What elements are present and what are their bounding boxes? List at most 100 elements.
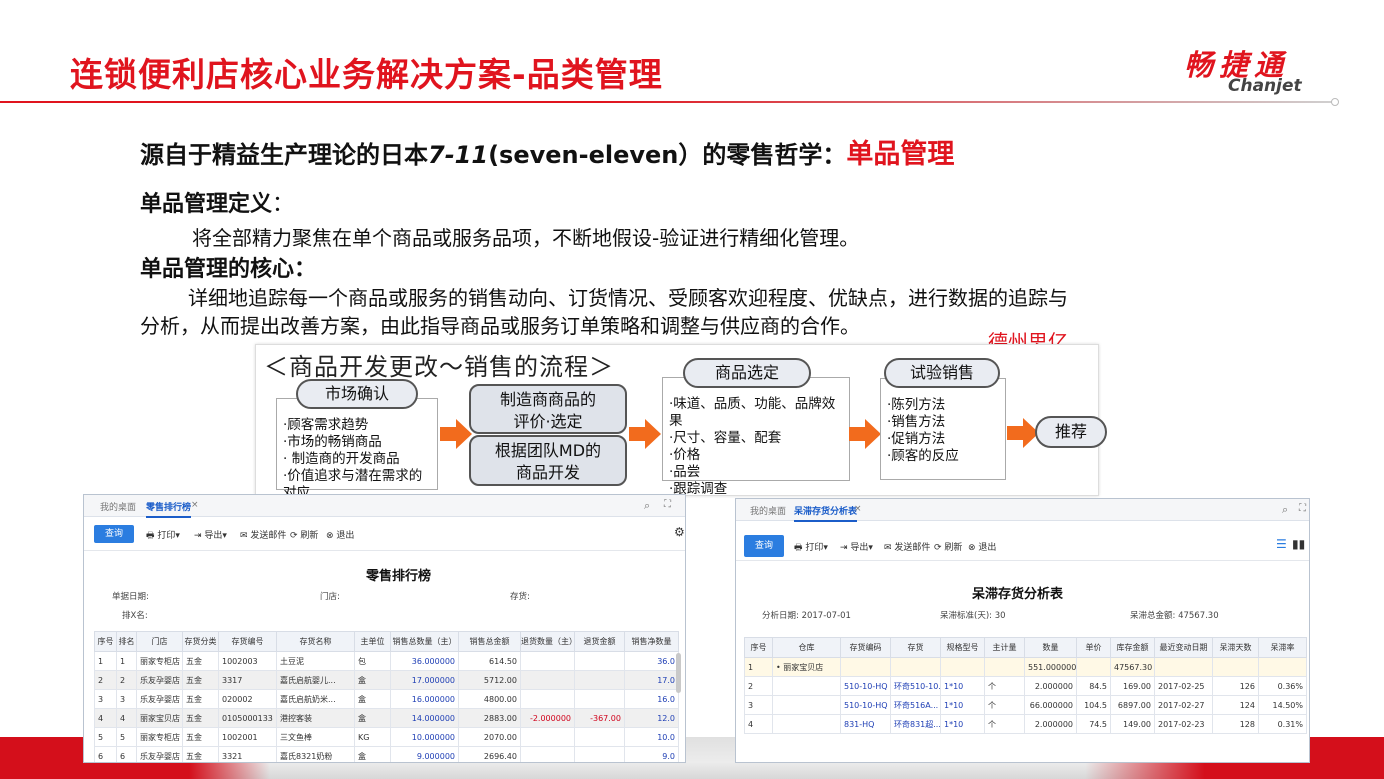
exit-button[interactable]: ⊗ 退出 bbox=[968, 540, 996, 553]
column-header[interactable]: 门店 bbox=[136, 631, 183, 652]
table-cell: 1 bbox=[116, 651, 137, 671]
step4-item: ·顾客的反应 bbox=[887, 448, 959, 464]
table-row[interactable]: 2 510-10-HQ环奇510-10...1*10个2.00000084.516… bbox=[744, 676, 1307, 696]
table-cell: 16.000000 bbox=[390, 689, 459, 709]
table-cell: 0.36% bbox=[1258, 676, 1307, 696]
tab-close-icon[interactable]: × bbox=[854, 504, 862, 514]
column-header[interactable]: 主单位 bbox=[354, 631, 391, 652]
step4-box: ·陈列方法 ·销售方法 ·促销方法 ·顾客的反应 bbox=[880, 378, 1006, 480]
column-header[interactable]: 存货编号 bbox=[218, 631, 277, 652]
print-button[interactable]: 🖶 打印▾ bbox=[794, 540, 828, 556]
column-header[interactable]: 销售总金额 bbox=[458, 631, 521, 652]
table-row[interactable]: 1 1 丽家专柜店 五金 1002003 土豆泥包 36.000000 614.50 36.0 bbox=[94, 651, 679, 671]
settings-gear-icon[interactable]: ⚙ bbox=[674, 525, 685, 539]
table-cell: -2.000000 bbox=[520, 708, 575, 728]
column-header[interactable]: 库存金额 bbox=[1110, 637, 1155, 658]
table-cell: 551.000000 bbox=[1024, 657, 1077, 677]
refresh-label: 刷新 bbox=[300, 531, 319, 541]
step3-item: ·价格 bbox=[669, 447, 701, 463]
process-flow-diagram: ＜商品开发更改～销售的流程＞ ·顾客需求趋势 ·市场的畅销商品 · 制造商的开发… bbox=[255, 344, 1107, 501]
column-header[interactable]: 数量 bbox=[1024, 637, 1077, 658]
chart-view-icon[interactable]: ▮▮ bbox=[1292, 537, 1305, 551]
table-row[interactable]: 3 510-10-HQ 环奇516A... 1*10 个 66.000000 104.5 68… bbox=[744, 695, 1307, 715]
table-cell: 17.0 bbox=[624, 670, 679, 690]
table-row[interactable]: 6 6 乐友孕婴店 五金 3321 嘉氏8321奶粉盒 9.000000 2696.40 9.0 bbox=[94, 746, 679, 762]
core-heading: 单品管理的核心： bbox=[140, 257, 317, 282]
tab-my-desktop[interactable]: 我的桌面 bbox=[750, 504, 786, 517]
report-title: 零售排行榜 bbox=[366, 569, 432, 584]
table-cell: 五金 bbox=[182, 746, 219, 762]
step2b-line: 根据团队MD的 bbox=[494, 441, 602, 460]
refresh-button[interactable]: ⟳ 刷新 bbox=[290, 528, 318, 541]
table-cell bbox=[520, 727, 575, 747]
column-header[interactable]: 存货 bbox=[890, 637, 941, 658]
search-icon[interactable]: ⌕ bbox=[1282, 503, 1288, 517]
table-cell: KG bbox=[354, 727, 391, 747]
list-view-icon[interactable]: ☰ bbox=[1276, 537, 1287, 551]
table-cell: 510-10-HQ bbox=[840, 695, 891, 715]
table-cell: 510-10-HQ bbox=[840, 676, 891, 696]
report-title: 呆滞存货分析表 bbox=[972, 587, 1064, 602]
table-cell bbox=[940, 657, 985, 677]
send-email-button[interactable]: ✉ 发送邮件 bbox=[240, 528, 286, 541]
table-cell: 6897.00 bbox=[1110, 695, 1155, 715]
column-header[interactable]: 呆滞率 bbox=[1258, 637, 1307, 658]
column-header[interactable]: 存货名称 bbox=[276, 631, 355, 652]
table-cell: 1 bbox=[94, 651, 117, 671]
column-header[interactable]: 排名 bbox=[116, 631, 137, 652]
vertical-scrollbar[interactable] bbox=[676, 653, 681, 693]
table-cell: 104.5 bbox=[1076, 695, 1111, 715]
exit-label: 退出 bbox=[978, 543, 997, 553]
column-header[interactable]: 单价 bbox=[1076, 637, 1111, 658]
query-button[interactable]: 查询 bbox=[94, 525, 134, 543]
table-row[interactable]: 1 • 丽家宝贝店 551.000000 47567.30 bbox=[744, 657, 1307, 677]
column-header[interactable]: 最近变动日期 bbox=[1154, 637, 1213, 658]
column-header[interactable]: 销售总数量（主） bbox=[390, 631, 459, 652]
table-cell: 14.50% bbox=[1258, 695, 1307, 715]
column-header[interactable]: 序号 bbox=[744, 637, 773, 658]
tab-retail-ranking[interactable]: 零售排行榜 bbox=[146, 500, 192, 518]
step4-item: ·促销方法 bbox=[887, 431, 946, 447]
table-row[interactable]: 4 831-HQ 环奇831超... 1*10 个 2.000000 74.5 149.00 2… bbox=[744, 714, 1307, 734]
column-header[interactable]: 序号 bbox=[94, 631, 117, 652]
column-header[interactable]: 呆滞天数 bbox=[1212, 637, 1259, 658]
tab-my-desktop[interactable]: 我的桌面 bbox=[100, 500, 136, 513]
column-header[interactable]: 存货编码 bbox=[840, 637, 891, 658]
search-icon[interactable]: ⌕ bbox=[644, 499, 650, 513]
table-row[interactable]: 3 3 乐友孕婴店 五金 020002 嘉氏启航奶米... 盒 16.000000 4800.0… bbox=[94, 689, 679, 709]
table-cell: 6 bbox=[116, 746, 137, 762]
column-header[interactable]: 退货金额 bbox=[574, 631, 625, 652]
export-button[interactable]: ⇥ 导出▾ bbox=[840, 540, 873, 553]
table-cell: 4800.00 bbox=[458, 689, 521, 709]
table-row[interactable]: 5 5 丽家专柜店 五金 1002001 三文鱼棒 KG 10.000000 2070.00 10… bbox=[94, 727, 679, 747]
query-button[interactable]: 查询 bbox=[744, 535, 784, 557]
table-cell: 2696.40 bbox=[458, 746, 521, 762]
refresh-button[interactable]: ⟳ 刷新 bbox=[934, 540, 962, 553]
stagnant-standard-label: 呆滞标准(天): 30 bbox=[940, 611, 1006, 621]
column-header[interactable]: 存货分类 bbox=[182, 631, 219, 652]
column-header[interactable]: 仓库 bbox=[772, 637, 841, 658]
table-cell bbox=[574, 651, 625, 671]
column-header[interactable]: 规格型号 bbox=[940, 637, 985, 658]
export-button[interactable]: ⇥ 导出▾ bbox=[194, 528, 227, 541]
filter-store-label: 门店: bbox=[320, 592, 340, 602]
table-row[interactable]: 4 4 丽家宝贝店 五金 0105000133 港控客装盒 14.000000 2883.00… bbox=[94, 708, 679, 728]
column-header[interactable]: 销售净数量 bbox=[624, 631, 679, 652]
core-text-line2: 分析，从而提出改善方案，由此指导商品或服务订单策略和调整与供应商的合作。 bbox=[140, 314, 860, 338]
table-cell: 2017-02-23 bbox=[1154, 714, 1213, 734]
table-cell: 2017-02-25 bbox=[1154, 676, 1213, 696]
exit-button[interactable]: ⊗ 退出 bbox=[326, 528, 354, 541]
table-cell: 2.000000 bbox=[1024, 714, 1077, 734]
tab-stagnant-inventory[interactable]: 呆滞存货分析表 bbox=[794, 504, 858, 522]
column-header[interactable]: 主计量 bbox=[984, 637, 1025, 658]
column-header[interactable]: 退货数量（主） bbox=[520, 631, 575, 652]
expand-icon[interactable]: ⛶ bbox=[1299, 503, 1306, 514]
print-button[interactable]: 🖶 打印▾ bbox=[146, 528, 180, 544]
toolbar: 查询 🖶 打印▾ ⇥ 导出▾ ✉ 发送邮件 ⟳ 刷新 ⊗ 退出 ☰ ▮▮ bbox=[736, 527, 1309, 561]
step2a-line: 评价·选定 bbox=[513, 412, 583, 431]
expand-icon[interactable]: ⛶ bbox=[664, 499, 671, 510]
tab-close-icon[interactable]: × bbox=[191, 500, 199, 510]
table-cell: 盒 bbox=[354, 670, 391, 690]
table-row[interactable]: 2 2 乐友孕婴店 五金 3317 嘉氏启航婴儿... 盒 17.000000 5712.00 1… bbox=[94, 670, 679, 690]
send-email-button[interactable]: ✉ 发送邮件 bbox=[884, 540, 930, 553]
